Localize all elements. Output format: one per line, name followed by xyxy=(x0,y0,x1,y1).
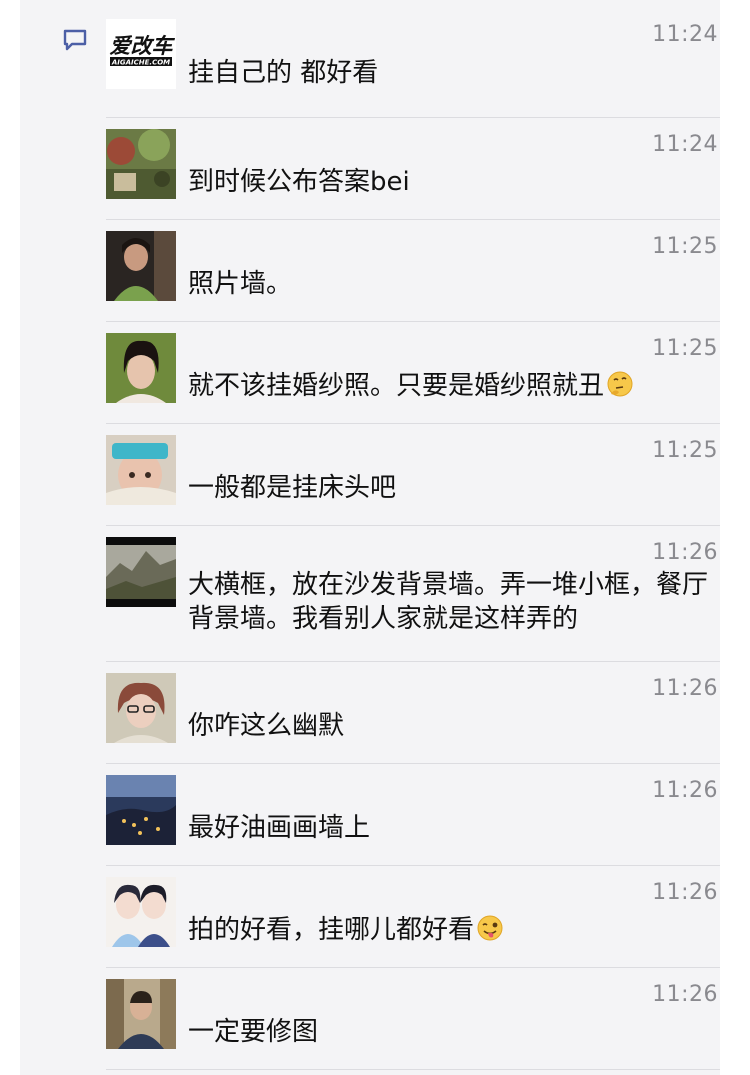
comment-row[interactable]: 11:26 大横框，放在沙发背景墙。弄一堆小框，餐厅背景墙。我看别人家就是这样弄… xyxy=(106,526,720,662)
avatar[interactable] xyxy=(106,673,176,743)
comment-row[interactable]: 11:24 到时候公布答案bei xyxy=(106,118,720,220)
comment-time: 11:25 xyxy=(652,336,718,361)
thinking-face-icon xyxy=(607,371,633,397)
comment-text: 拍的好看，挂哪儿都好看 xyxy=(188,913,720,947)
comment-time: 11:24 xyxy=(652,22,718,47)
avatar[interactable] xyxy=(106,979,176,1049)
comment-time: 11:26 xyxy=(652,778,718,803)
avatar[interactable] xyxy=(106,877,176,947)
comment-row[interactable]: 11:26 一定要修图 xyxy=(106,968,720,1070)
comment-row[interactable]: 11:25 就不该挂婚纱照。只要是婚纱照就丑 xyxy=(106,322,720,424)
logo-sub-text: AIGAICHE.COM xyxy=(111,59,170,67)
comment-text: 到时候公布答案bei xyxy=(188,167,410,197)
comment-row[interactable]: 11:25 一般都是挂床头吧 xyxy=(106,424,720,526)
comment-text: 就不该挂婚纱照。只要是婚纱照就丑 xyxy=(188,369,720,403)
comment-text: 大横框，放在沙发背景墙。弄一堆小框，餐厅背景墙。我看别人家就是这样弄的 xyxy=(188,570,709,634)
avatar[interactable] xyxy=(106,129,176,199)
comment-text: 最好油画画墙上 xyxy=(188,813,371,843)
comment-time: 11:25 xyxy=(652,438,718,463)
comment-text: 一般都是挂床头吧 xyxy=(188,473,397,503)
comment-text: 一定要修图 xyxy=(188,1017,319,1047)
avatar[interactable] xyxy=(106,537,176,607)
winking-tongue-face-icon xyxy=(477,915,503,941)
comment-time: 11:26 xyxy=(652,540,718,565)
comment-text: 挂自己的 都好看 xyxy=(188,58,379,88)
comment-time: 11:26 xyxy=(652,982,718,1007)
avatar[interactable] xyxy=(106,435,176,505)
comments-panel: 爱改车 AIGAICHE.COM 11:24 挂自己的 都好看 11:24 到时… xyxy=(20,0,720,1075)
comment-time: 11:25 xyxy=(652,234,718,259)
comment-text-content: 拍的好看，挂哪儿都好看 xyxy=(188,915,475,945)
comment-row[interactable]: 爱改车 AIGAICHE.COM 11:24 挂自己的 都好看 xyxy=(106,0,720,118)
avatar[interactable]: 爱改车 AIGAICHE.COM xyxy=(106,19,176,89)
comment-time: 11:26 xyxy=(652,880,718,905)
avatar[interactable] xyxy=(106,775,176,845)
comment-row[interactable]: 11:26 最好油画画墙上 xyxy=(106,764,720,866)
comment-text-content: 就不该挂婚纱照。只要是婚纱照就丑 xyxy=(188,371,605,401)
comment-text: 照片墙。 xyxy=(188,269,293,299)
comment-time: 11:24 xyxy=(652,132,718,157)
comment-row[interactable]: 11:26 你咋这么幽默 xyxy=(106,662,720,764)
comment-time: 11:26 xyxy=(652,676,718,701)
comment-bubble-icon xyxy=(63,29,87,51)
comment-row[interactable]: 11:26 拍的好看，挂哪儿都好看 xyxy=(106,866,720,968)
comment-list: 爱改车 AIGAICHE.COM 11:24 挂自己的 都好看 11:24 到时… xyxy=(106,0,720,1070)
avatar[interactable] xyxy=(106,231,176,301)
comment-row[interactable]: 11:25 照片墙。 xyxy=(106,220,720,322)
logo-main-text: 爱改车 xyxy=(110,34,176,58)
moments-comments-page: 爱改车 AIGAICHE.COM 11:24 挂自己的 都好看 11:24 到时… xyxy=(0,0,750,1075)
comment-text: 你咋这么幽默 xyxy=(188,711,345,741)
avatar[interactable] xyxy=(106,333,176,403)
